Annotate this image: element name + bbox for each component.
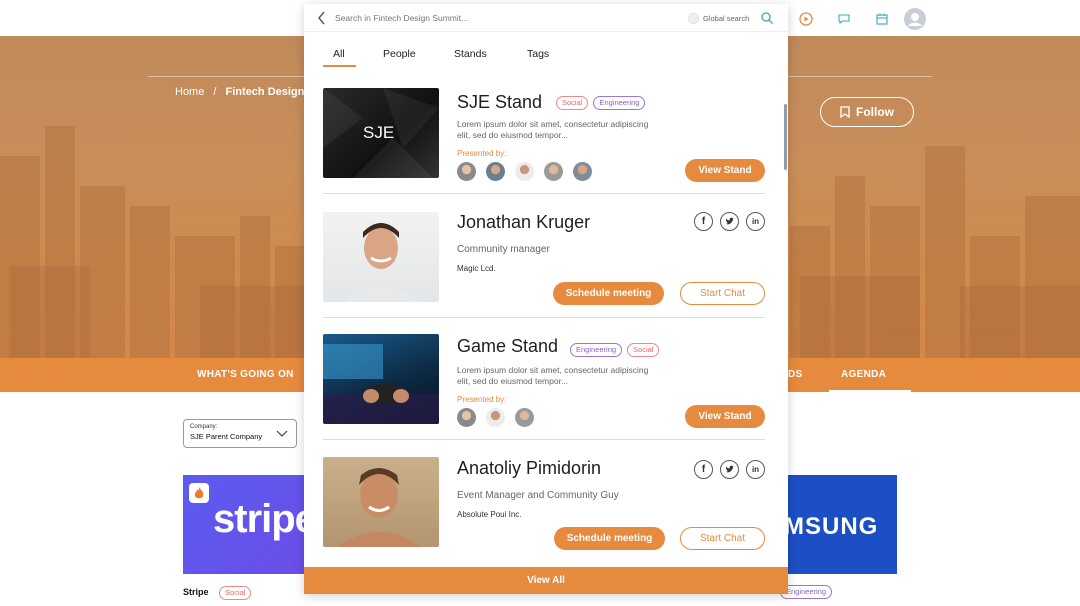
start-chat-button[interactable]: Start Chat: [680, 282, 765, 305]
linkedin-icon[interactable]: in: [746, 460, 765, 479]
presenter-avatar[interactable]: [457, 162, 476, 181]
stripe-logo-text: stripe: [213, 497, 305, 541]
samsung-logo-text: MSUNG: [788, 513, 879, 540]
breadcrumb: Home / Fintech Design Summit: [175, 86, 305, 98]
chevron-down-icon: [276, 430, 288, 437]
view-stand-button[interactable]: View Stand: [685, 405, 765, 428]
nav-active-underline: [829, 390, 911, 392]
start-chat-button[interactable]: Start Chat: [680, 527, 765, 550]
stand-tags: Engineering Social: [570, 343, 660, 357]
twitter-icon[interactable]: [720, 460, 739, 479]
partner-name: Stripe: [183, 587, 209, 597]
nav-item-whats-going-on[interactable]: WHAT'S GOING ON: [197, 369, 294, 380]
view-all-button[interactable]: View All: [304, 567, 788, 594]
tab-all[interactable]: All: [333, 48, 345, 60]
tag-engineering[interactable]: Engineering: [593, 96, 646, 110]
fire-icon: [189, 483, 209, 503]
company-select[interactable]: Company: SJE Parent Company: [183, 419, 297, 448]
presenter-avatars: [457, 408, 544, 427]
presented-by-label: Presented by:: [457, 395, 507, 404]
stand-tags: Social Engineering: [556, 96, 646, 110]
divider: [323, 439, 765, 440]
partner-name-stripe: Stripe Social: [183, 586, 252, 600]
search-results-panel: Search in Fintech Design Summit... Globa…: [304, 4, 788, 594]
play-icon[interactable]: [796, 9, 816, 29]
tag-engineering[interactable]: Engineering: [570, 343, 623, 357]
stand-description: Lorem ipsum dolor sit amet, consectetur …: [457, 119, 649, 140]
person-photo: [323, 457, 439, 547]
tab-active-underline: [323, 65, 356, 67]
presenter-avatar[interactable]: [573, 162, 592, 181]
divider: [323, 193, 765, 194]
linkedin-icon[interactable]: in: [746, 212, 765, 231]
presenter-avatars: [457, 162, 602, 181]
person-name[interactable]: Anatoliy Pimidorin: [457, 458, 601, 479]
result-tabs: All People Stands Tags: [304, 44, 788, 68]
search-input[interactable]: Search in Fintech Design Summit...: [335, 13, 468, 23]
tab-stands[interactable]: Stands: [454, 48, 487, 60]
scrollbar[interactable]: [784, 104, 787, 170]
search-bar: Search in Fintech Design Summit... Globa…: [304, 4, 788, 32]
breadcrumb-home[interactable]: Home: [175, 86, 204, 98]
follow-label: Follow: [856, 105, 894, 119]
top-icons: [796, 8, 926, 30]
presented-by-label: Presented by:: [457, 149, 507, 158]
calendar-icon[interactable]: [872, 9, 892, 29]
presenter-avatar[interactable]: [515, 162, 534, 181]
presenter-avatar[interactable]: [486, 408, 505, 427]
tab-people[interactable]: People: [383, 48, 416, 60]
stand-description: Lorem ipsum dolor sit amet, consectetur …: [457, 365, 649, 386]
view-stand-button[interactable]: View Stand: [685, 159, 765, 182]
company-select-value: SJE Parent Company: [190, 432, 263, 441]
person-company: Magic Lcd.: [457, 264, 496, 273]
tab-tags[interactable]: Tags: [527, 48, 549, 60]
divider: [323, 317, 765, 318]
twitter-icon[interactable]: [720, 212, 739, 231]
presenter-avatar[interactable]: [544, 162, 563, 181]
presenter-avatar[interactable]: [486, 162, 505, 181]
nav-item-partial[interactable]: DS: [788, 369, 803, 380]
search-icon[interactable]: [760, 11, 774, 25]
global-search-toggle[interactable]: [688, 13, 699, 24]
chat-icon[interactable]: [834, 9, 854, 29]
schedule-meeting-button[interactable]: Schedule meeting: [554, 527, 665, 550]
global-search-label: Global search: [703, 14, 750, 23]
nav-item-agenda[interactable]: AGENDA: [841, 369, 886, 380]
stand-image: [323, 334, 439, 424]
back-icon[interactable]: [316, 10, 328, 26]
person-name[interactable]: Jonathan Kruger: [457, 212, 590, 233]
stand-image: SJE: [323, 88, 439, 178]
avatar[interactable]: [904, 8, 926, 30]
person-role: Event Manager and Community Guy: [457, 490, 619, 501]
person-role: Community manager: [457, 244, 550, 255]
tag-social[interactable]: Social: [627, 343, 660, 357]
company-select-label: Company:: [190, 424, 218, 430]
schedule-meeting-button[interactable]: Schedule meeting: [553, 282, 664, 305]
partner-logo-stripe[interactable]: stripe: [183, 475, 305, 574]
presenter-avatar[interactable]: [515, 408, 534, 427]
stand-title[interactable]: SJE Stand: [457, 92, 542, 113]
breadcrumb-current: Fintech Design Summit: [225, 86, 305, 98]
stand-title[interactable]: Game Stand: [457, 336, 558, 357]
stand-image-text: SJE: [363, 123, 395, 142]
person-company: Absolute Poui Inc.: [457, 510, 522, 519]
breadcrumb-separator: /: [213, 86, 217, 98]
bookmark-icon: [840, 106, 850, 118]
partner-tag: Social: [219, 586, 252, 600]
person-photo: [323, 212, 439, 302]
partner-logo-samsung[interactable]: MSUNG: [788, 475, 897, 574]
presenter-avatar[interactable]: [457, 408, 476, 427]
facebook-icon[interactable]: f: [694, 460, 713, 479]
follow-button[interactable]: Follow: [820, 97, 914, 127]
tag-social[interactable]: Social: [556, 96, 589, 110]
facebook-icon[interactable]: f: [694, 212, 713, 231]
